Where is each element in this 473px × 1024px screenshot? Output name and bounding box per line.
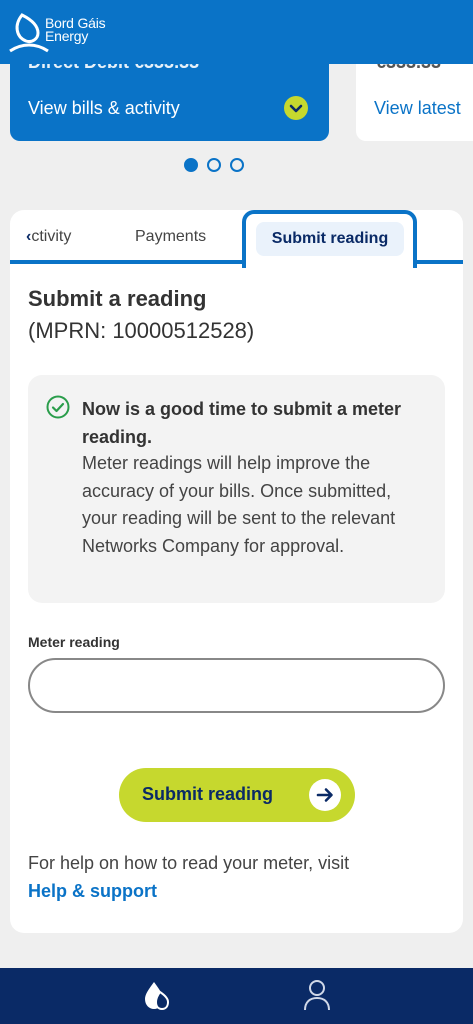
app-header: Bord Gáis Energy [0,0,473,64]
info-box: Now is a good time to submit a meter rea… [28,375,445,603]
brand-line-2: Energy [45,28,89,44]
info-heading: Now is a good time to submit a meter rea… [82,399,402,447]
chevron-down-icon[interactable] [284,96,308,120]
help-text: For help on how to read your meter, visi… [28,853,350,873]
view-bills-link[interactable]: View bills & activity [28,98,180,119]
tab-payments[interactable]: Payments [135,228,206,246]
mprn-label: (MPRN: 10000512528) [28,318,255,343]
check-circle-icon [46,395,70,419]
submit-reading-button[interactable]: Submit reading [119,768,355,822]
submit-button-label: Submit reading [142,784,274,804]
tab-submit-reading-label: Submit reading [256,222,404,256]
energy-icon[interactable] [138,978,174,1014]
tab-submit-reading[interactable]: Submit reading [242,210,417,268]
carousel-dot[interactable] [184,158,198,172]
bottom-nav [0,968,473,1024]
tab-activity[interactable]: ‹ctivity [26,228,71,246]
meter-reading-input[interactable] [28,658,445,713]
meter-reading-label: Meter reading [28,634,120,650]
view-latest-link[interactable]: View latest [374,98,461,119]
page-title: Submit a reading [28,286,207,311]
arrow-right-icon [309,779,341,811]
help-support-link[interactable]: Help & support [28,881,157,902]
tab-activity-label: ctivity [31,228,72,245]
reading-panel: ‹ctivity Payments Submit reading Submit … [10,210,463,933]
brand-name: Bord Gáis Energy [45,16,106,44]
account-icon[interactable] [302,978,332,1012]
carousel-dot[interactable] [207,158,221,172]
info-body: Meter readings will help improve the acc… [82,453,396,556]
carousel-dot[interactable] [230,158,244,172]
carousel-dots [184,158,244,172]
